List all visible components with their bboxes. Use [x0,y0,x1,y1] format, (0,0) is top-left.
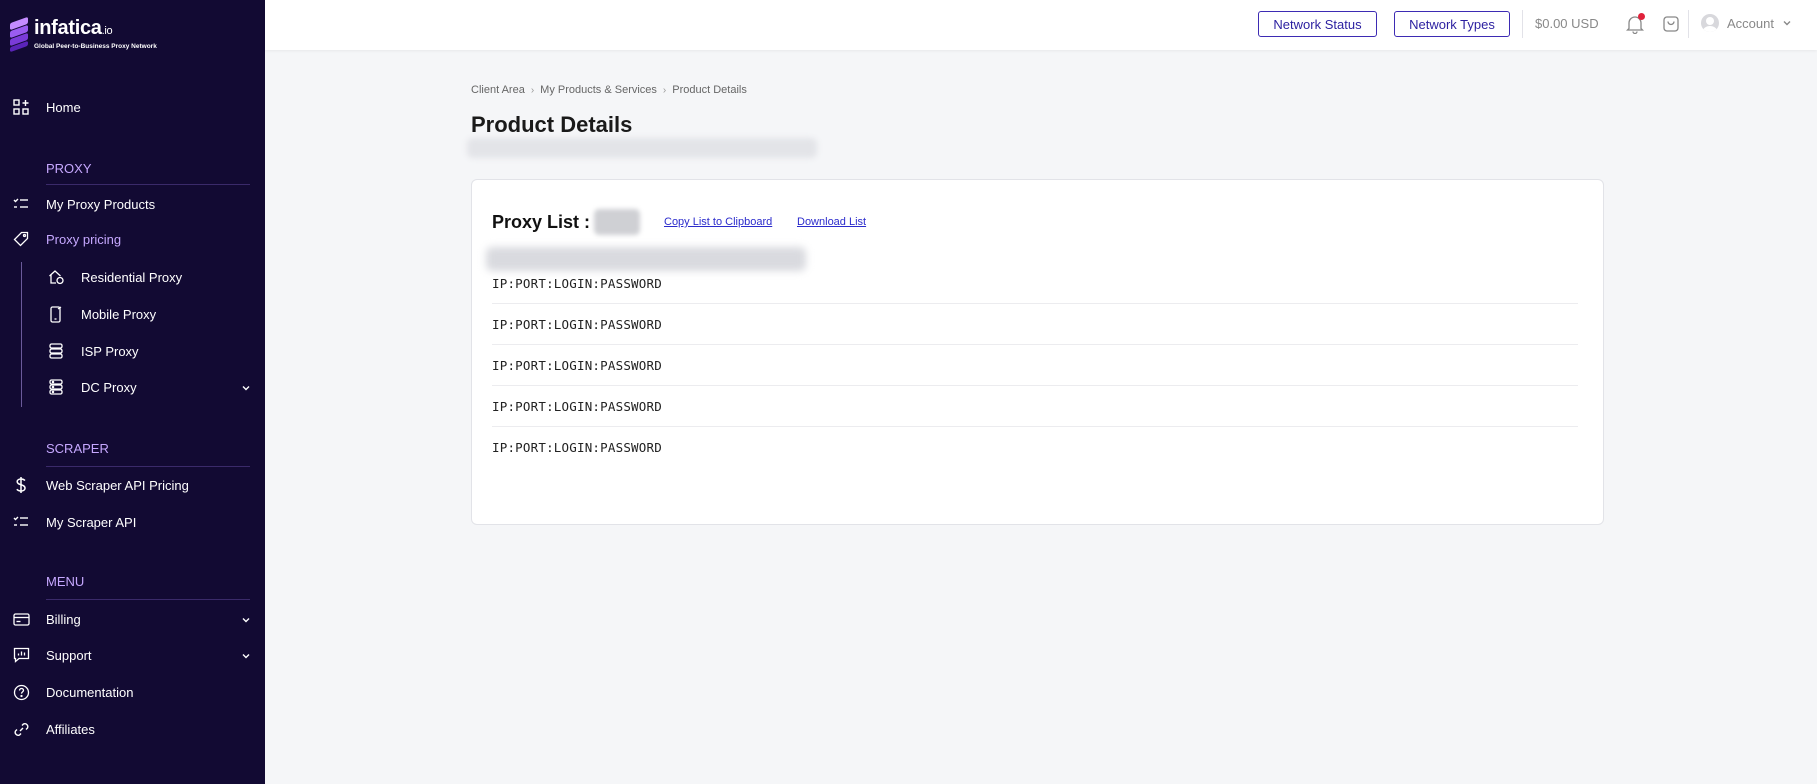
logo[interactable]: infatica.io Global Peer-to-Business Prox… [10,16,157,53]
list-check-icon [12,513,30,531]
server-icon [47,342,65,360]
help-circle-icon [12,683,30,701]
sidebar-item-residential-proxy[interactable]: Residential Proxy [0,262,265,292]
sidebar-item-label: My Proxy Products [46,196,156,212]
network-status-button[interactable]: Network Status [1258,11,1377,37]
account-label: Account [1727,15,1774,31]
avatar [1701,14,1719,32]
sidebar-item-isp-proxy[interactable]: ISP Proxy [0,336,265,366]
sidebar-item-home[interactable]: Home [0,92,265,122]
sidebar-item-label: Affiliates [46,721,95,737]
chevron-right-icon: › [662,84,667,96]
notifications-bell-icon[interactable] [1624,13,1646,35]
proxy-row: IP:PORT:LOGIN:PASSWORD [492,440,662,455]
sidebar-item-label: My Scraper API [46,514,137,530]
sidebar-item-label: DC Proxy [81,379,137,395]
divider [46,599,250,600]
topbar: Network Status Network Types $0.00 USD A… [265,0,1817,50]
sidebar-item-support[interactable]: Support [0,640,265,670]
proxy-row: IP:PORT:LOGIN:PASSWORD [492,263,1578,304]
sidebar-item-label: ISP Proxy [81,343,139,359]
support-chat-icon [12,646,30,664]
sidebar-item-label: Support [46,647,92,663]
logo-name: infatica.io [34,17,113,39]
proxy-list-card: Proxy List : Copy List to Clipboard Down… [471,179,1604,525]
credit-card-icon [12,610,30,628]
sidebar-item-label: Proxy pricing [46,231,122,247]
breadcrumb-client-area[interactable]: Client Area [471,84,525,96]
sidebar: infatica.io Global Peer-to-Business Prox… [0,0,265,784]
sidebar-item-documentation[interactable]: Documentation [0,677,265,707]
sidebar-item-label: Home [46,99,81,115]
section-proxy: PROXY [46,161,92,176]
link-icon [12,720,30,738]
logo-tagline: Global Peer-to-Business Proxy Network [34,43,157,50]
page-title: Product Details [471,112,633,137]
divider [1688,10,1689,38]
database-server-icon [47,378,65,396]
breadcrumb-products[interactable]: My Products & Services [540,84,657,96]
sidebar-item-web-scraper-pricing[interactable]: Web Scraper API Pricing [0,470,265,500]
tag-icon [12,230,30,248]
download-list-link[interactable]: Download List [797,216,866,228]
sidebar-item-my-proxy-products[interactable]: My Proxy Products [0,189,265,219]
chevron-down-icon [1782,16,1792,31]
network-types-button[interactable]: Network Types [1394,11,1510,37]
mobile-phone-icon [47,305,65,323]
redacted-count-badge [594,209,641,235]
logo-icon [10,16,28,53]
list-check-icon [12,195,30,213]
chevron-down-icon [241,381,251,396]
sidebar-item-my-scraper-api[interactable]: My Scraper API [0,507,265,537]
sidebar-item-label: Billing [46,611,81,627]
copy-list-link[interactable]: Copy List to Clipboard [664,216,772,228]
dashboard-icon [12,98,30,116]
chevron-down-icon [241,649,251,664]
breadcrumb: Client Area › My Products & Services › P… [471,84,747,96]
notification-dot [1638,13,1645,20]
proxy-row: IP:PORT:LOGIN:PASSWORD [492,345,1578,386]
redacted-product-subtitle [467,138,817,158]
dollar-icon [12,476,30,494]
sidebar-item-label: Residential Proxy [81,269,183,285]
section-menu: MENU [46,574,85,589]
sidebar-item-label: Mobile Proxy [81,306,157,322]
cart-icon[interactable] [1660,13,1682,35]
divider [1522,10,1523,38]
sidebar-item-proxy-pricing[interactable]: Proxy pricing [0,224,265,254]
sidebar-item-dc-proxy[interactable]: DC Proxy [0,372,265,402]
sidebar-item-billing[interactable]: Billing [0,604,265,634]
divider [46,466,250,467]
proxy-row: IP:PORT:LOGIN:PASSWORD [492,386,1578,427]
chevron-right-icon: › [530,84,535,96]
chevron-down-icon [241,613,251,628]
breadcrumb-current: Product Details [672,84,747,96]
proxy-list-title: Proxy List : [492,211,591,232]
house-icon [47,268,65,286]
divider [46,184,250,185]
account-menu[interactable]: Account [1701,14,1792,32]
sidebar-item-label: Documentation [46,684,134,700]
sidebar-item-mobile-proxy[interactable]: Mobile Proxy [0,299,265,329]
section-scraper: SCRAPER [46,441,109,456]
sidebar-item-label: Web Scraper API Pricing [46,477,189,493]
account-balance: $0.00 USD [1535,16,1599,31]
sidebar-item-affiliates[interactable]: Affiliates [0,714,265,744]
proxy-row: IP:PORT:LOGIN:PASSWORD [492,304,1578,345]
